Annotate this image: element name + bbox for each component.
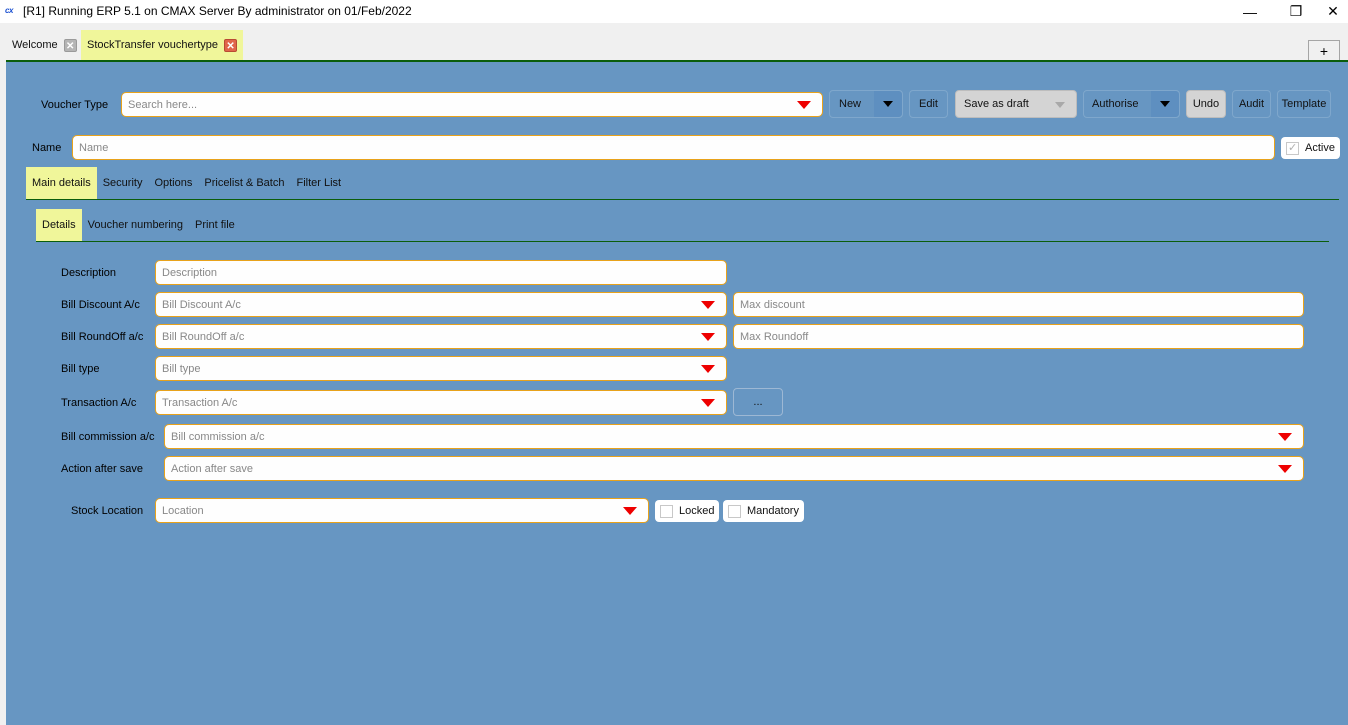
save-as-draft-button[interactable]: Save as draft <box>955 90 1077 118</box>
name-input[interactable]: Name <box>72 135 1275 160</box>
dropdown-arrow-icon[interactable] <box>1278 465 1292 473</box>
voucher-type-panel: Voucher Type Search here... New Edit Sav… <box>6 62 1348 725</box>
new-dropdown-button[interactable] <box>874 91 902 117</box>
description-label: Description <box>61 267 117 279</box>
edit-button[interactable]: Edit <box>909 90 948 118</box>
restore-button[interactable]: ❐ <box>1273 0 1319 23</box>
bill-commission-select[interactable]: Bill commission a/c <box>164 424 1304 449</box>
tab-label: Welcome <box>12 39 58 51</box>
bill-roundoff-select[interactable]: Bill RoundOff a/c <box>155 324 727 349</box>
checkbox-icon <box>660 504 673 518</box>
dropdown-arrow-icon[interactable] <box>797 101 811 109</box>
transaction-ac-more-button[interactable]: ... <box>733 388 783 416</box>
window-title: [R1] Running ERP 5.1 on CMAX Server By a… <box>23 4 412 18</box>
tab-main-details[interactable]: Main details <box>26 167 97 199</box>
dropdown-arrow-icon[interactable] <box>623 507 637 515</box>
dropdown-arrow-icon[interactable] <box>701 301 715 309</box>
restore-icon: ❐ <box>1289 3 1303 19</box>
max-discount-input[interactable]: Max discount <box>733 292 1304 317</box>
locked-checkbox[interactable]: Locked <box>655 500 720 522</box>
mandatory-checkbox[interactable]: Mandatory <box>723 500 804 522</box>
checkbox-icon <box>728 504 741 518</box>
transaction-ac-select[interactable]: Transaction A/c <box>155 390 727 415</box>
transaction-ac-label: Transaction A/c <box>61 397 137 409</box>
minimize-button[interactable]: — <box>1227 0 1273 23</box>
bill-discount-select[interactable]: Bill Discount A/c <box>155 292 727 317</box>
tab-welcome[interactable]: Welcome ✕ <box>6 30 83 60</box>
tab-label: StockTransfer vouchertype <box>87 39 219 51</box>
checkbox-checked-icon <box>1286 141 1299 155</box>
sub-tabs: Details Voucher numbering Print file <box>36 209 241 241</box>
tab-voucher-numbering[interactable]: Voucher numbering <box>82 209 189 241</box>
app-logo-icon: cx <box>5 6 13 15</box>
title-bar: cx [R1] Running ERP 5.1 on CMAX Server B… <box>0 0 1348 23</box>
bill-type-select[interactable]: Bill type <box>155 356 727 381</box>
action-after-save-select[interactable]: Action after save <box>164 456 1304 481</box>
bill-commission-label: Bill commission a/c <box>61 431 155 443</box>
name-label: Name <box>32 142 62 154</box>
bill-roundoff-label: Bill RoundOff a/c <box>61 331 144 343</box>
chevron-down-icon <box>1055 102 1065 108</box>
tab-filter-list[interactable]: Filter List <box>290 167 347 199</box>
undo-button[interactable]: Undo <box>1186 90 1226 118</box>
audit-button[interactable]: Audit <box>1232 90 1271 118</box>
sub-tabs-divider <box>36 241 1329 242</box>
tab-pricelist-batch[interactable]: Pricelist & Batch <box>198 167 290 199</box>
active-checkbox[interactable]: Active <box>1281 137 1340 159</box>
action-after-save-label: Action after save <box>61 463 143 475</box>
minimize-icon: — <box>1243 3 1257 20</box>
tab-stocktransfer-vouchertype[interactable]: StockTransfer vouchertype ✕ <box>81 30 244 60</box>
dropdown-arrow-icon[interactable] <box>701 333 715 341</box>
description-input[interactable]: Description <box>155 260 727 285</box>
bill-type-label: Bill type <box>61 363 100 375</box>
tab-print-file[interactable]: Print file <box>189 209 241 241</box>
authorise-dropdown-button[interactable] <box>1151 91 1179 117</box>
tab-details[interactable]: Details <box>36 209 82 241</box>
new-button[interactable]: New <box>829 90 903 118</box>
dropdown-arrow-icon[interactable] <box>701 399 715 407</box>
dropdown-arrow-icon[interactable] <box>1278 433 1292 441</box>
close-tab-icon[interactable]: ✕ <box>224 38 238 52</box>
stock-location-select[interactable]: Location <box>155 498 649 523</box>
add-tab-button[interactable]: + <box>1308 40 1340 61</box>
chevron-down-icon <box>1160 101 1170 107</box>
close-tab-icon[interactable]: ✕ <box>63 38 77 52</box>
main-tabs-divider <box>26 199 1339 200</box>
voucher-type-search[interactable]: Search here... <box>121 92 823 117</box>
voucher-type-label: Voucher Type <box>41 99 109 111</box>
max-roundoff-input[interactable]: Max Roundoff <box>733 324 1304 349</box>
chevron-down-icon <box>883 101 893 107</box>
close-window-button[interactable]: ✕ <box>1318 0 1348 23</box>
main-tabs: Main details Security Options Pricelist … <box>26 167 347 199</box>
tab-security[interactable]: Security <box>97 167 149 199</box>
authorise-button[interactable]: Authorise <box>1083 90 1180 118</box>
tab-options[interactable]: Options <box>148 167 198 199</box>
template-button[interactable]: Template <box>1277 90 1331 118</box>
bill-discount-label: Bill Discount A/c <box>61 299 140 311</box>
document-tab-bar: Welcome ✕ StockTransfer vouchertype ✕ + <box>0 23 1348 62</box>
stock-location-label: Stock Location <box>71 505 144 517</box>
dropdown-arrow-icon[interactable] <box>701 365 715 373</box>
close-icon: ✕ <box>1327 3 1339 19</box>
